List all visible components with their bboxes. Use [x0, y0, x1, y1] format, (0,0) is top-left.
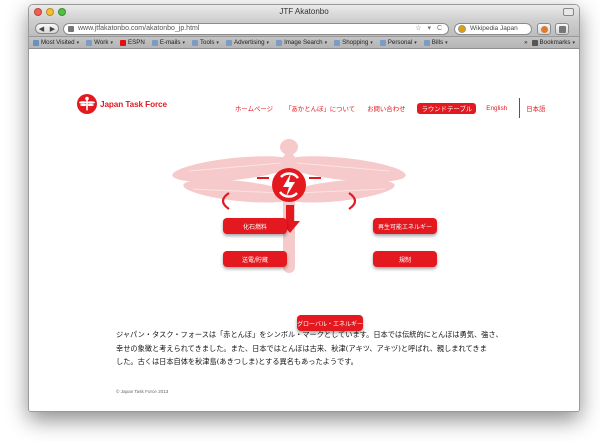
bookmark-tools[interactable]: Tools ▾ — [191, 39, 219, 46]
folder-icon — [334, 39, 341, 46]
chevron-down-icon: ▾ — [76, 39, 80, 46]
browser-window: JTF Akatonbo ◀ ▶ www.jtfakatonbo.com/aka… — [28, 4, 580, 412]
site-favicon-icon — [68, 26, 74, 32]
bookmarks-overflow-icon[interactable]: » — [524, 39, 527, 46]
site-logo[interactable]: Japan Task Force — [77, 94, 167, 114]
bookmark-label: Most Visited — [41, 39, 75, 46]
forward-button[interactable]: ▶ — [50, 25, 55, 33]
search-placeholder: Wikipedia Japan — [470, 25, 518, 32]
bookmarks-icon — [531, 39, 538, 46]
bookmarks-menu[interactable]: » Bookmarks ▾ — [524, 39, 575, 46]
nav-home[interactable]: ホームページ — [235, 104, 273, 113]
bookmark-label: Image Search — [284, 39, 323, 46]
folder-icon — [276, 39, 283, 46]
browser-toolbar: ◀ ▶ www.jtfakatonbo.com/akatonbo_jp.html… — [29, 20, 579, 37]
bookmark-work[interactable]: Work ▾ — [86, 39, 113, 46]
description-line: した。古くは日本自体を秋津島(あきつしま)とする異名もあったようです。 — [116, 357, 358, 366]
nav-roundtable[interactable]: ラウンドテーブル — [417, 102, 477, 114]
search-bar[interactable]: Wikipedia Japan — [454, 23, 532, 35]
search-engine-icon[interactable] — [458, 25, 466, 33]
espn-icon — [119, 39, 126, 46]
bookmark-advertising[interactable]: Advertising ▾ — [225, 39, 270, 46]
bookmark-emails[interactable]: E-mails ▾ — [151, 39, 185, 46]
toolbar-toggle-button[interactable] — [563, 8, 574, 16]
energy-diagram: 化石燃料 再生可能エネルギー 送電/貯蔵 規制 グローバル・エネルギー — [169, 131, 437, 331]
bookmark-label: Work — [94, 39, 109, 46]
bookmark-label: Advertising — [233, 39, 265, 46]
site-nav: ホームページ 「あかとんぼ」について お問い合わせ ラウンドテーブル Engli… — [235, 98, 551, 118]
nav-divider — [519, 98, 521, 118]
window-title: JTF Akatonbo — [279, 7, 329, 16]
url-text: www.jtfakatonbo.com/akatonbo_jp.html — [78, 25, 200, 32]
home-icon — [558, 26, 566, 33]
bookmark-personal[interactable]: Personal ▾ — [379, 39, 417, 46]
lang-english[interactable]: English — [486, 105, 507, 112]
title-bar: JTF Akatonbo — [29, 5, 579, 20]
bookmark-star-icon[interactable]: ☆ ▾ C — [415, 24, 444, 34]
folder-icon — [86, 39, 93, 46]
bookmark-espn[interactable]: ESPN — [119, 39, 145, 46]
chevron-down-icon: ▾ — [110, 39, 113, 46]
bookmark-label: Shopping — [342, 39, 369, 46]
folder-icon — [379, 39, 386, 46]
bookmark-label: ESPN — [127, 39, 145, 46]
bookmark-label: Bills — [431, 39, 444, 46]
folder-icon — [191, 39, 198, 46]
dragonfly-logo-icon — [77, 94, 97, 114]
lang-japanese[interactable]: 日本語 — [526, 104, 545, 113]
chevron-down-icon: ▾ — [572, 39, 575, 46]
nav-about-akatonbo[interactable]: 「あかとんぼ」について — [285, 104, 355, 113]
bookmarks-bar: Most Visited ▾ Work ▾ ESPN E-mails ▾ Tools ▾… — [29, 37, 579, 49]
addon-icon — [540, 26, 548, 33]
bookmark-most-visited[interactable]: Most Visited ▾ — [33, 39, 79, 46]
bookmark-image-search[interactable]: Image Search ▾ — [276, 39, 327, 46]
transmission-storage-button[interactable]: 送電/貯蔵 — [223, 251, 287, 267]
bookmark-label: E-mails — [159, 39, 181, 46]
chevron-down-icon: ▾ — [324, 39, 328, 46]
description-text: ジャパン・タスク・フォースは「赤とんぼ」をシンボル・マークとしています。日本では… — [116, 328, 516, 369]
bookmarks-label: Bookmarks — [539, 39, 571, 46]
addon-button[interactable] — [537, 23, 551, 35]
logo-text: Japan Task Force — [100, 99, 167, 109]
description-line: ジャパン・タスク・フォースは「赤とんぼ」をシンボル・マークとしています。日本では… — [116, 330, 503, 339]
chevron-down-icon: ▾ — [182, 39, 185, 46]
back-button[interactable]: ◀ — [39, 25, 44, 33]
nav-contact[interactable]: お問い合わせ — [367, 104, 405, 113]
chevron-down-icon: ▾ — [445, 39, 448, 46]
page-content: Japan Task Force ホームページ 「あかとんぼ」について お問い合… — [29, 51, 579, 411]
url-bar[interactable]: www.jtfakatonbo.com/akatonbo_jp.html ☆ ▾… — [63, 23, 449, 35]
renewable-energy-button[interactable]: 再生可能エネルギー — [373, 218, 437, 234]
chevron-down-icon: ▾ — [414, 39, 417, 46]
chevron-down-icon: ▾ — [266, 39, 270, 46]
description-line: 幸せの象徴と考えられてきました。また、日本ではとんぼは古来、秋津(アキツ、アキヅ… — [116, 343, 487, 353]
chevron-down-icon: ▾ — [370, 39, 373, 46]
folder-icon — [423, 39, 430, 46]
copyright: © Japan Task Force 2013 — [116, 389, 169, 394]
fossil-fuel-button[interactable]: 化石燃料 — [223, 218, 287, 234]
bookmark-label: Tools — [199, 39, 215, 46]
dragonfly-glyph-icon — [79, 96, 95, 111]
chevron-down-icon: ▾ — [216, 39, 219, 46]
bookmark-label: Personal — [387, 39, 413, 46]
folder-icon — [151, 39, 158, 46]
regulation-button[interactable]: 規制 — [373, 251, 437, 267]
home-button[interactable] — [555, 23, 569, 35]
folder-icon — [225, 39, 232, 46]
bookmark-shopping[interactable]: Shopping ▾ — [334, 39, 373, 46]
dragonfly-background-icon — [172, 139, 406, 273]
folder-icon — [33, 39, 39, 46]
nav-buttons: ◀ ▶ — [35, 23, 59, 34]
bookmark-bills[interactable]: Bills ▾ — [423, 39, 448, 46]
